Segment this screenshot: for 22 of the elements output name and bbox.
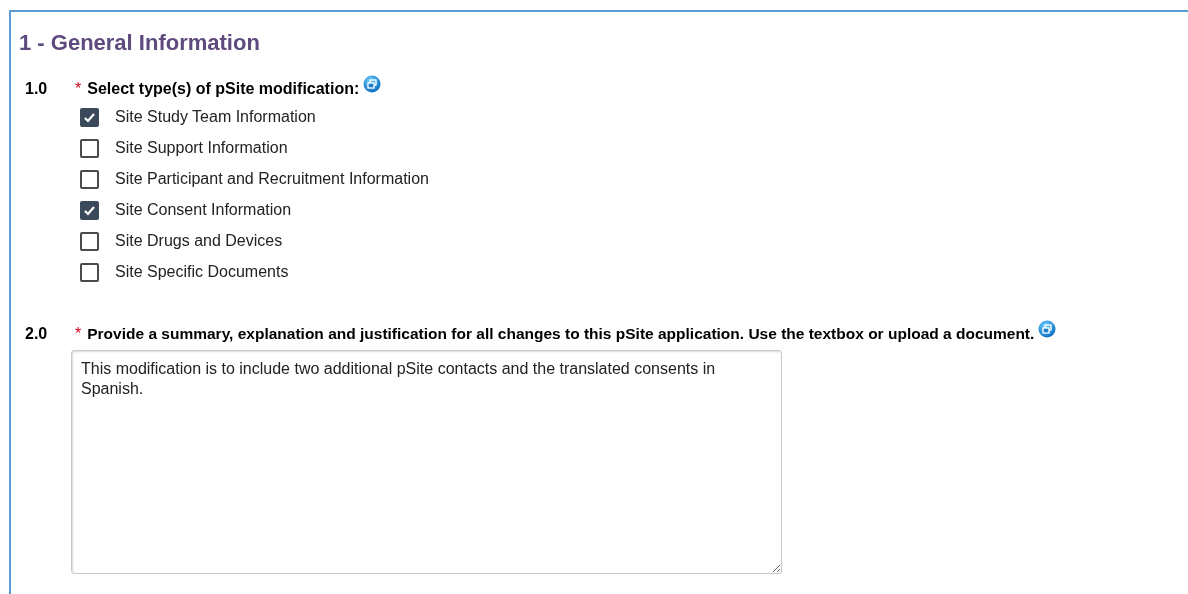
checkbox[interactable] — [80, 107, 99, 127]
required-asterisk: * — [75, 324, 82, 344]
question-number: 1.0 — [25, 79, 49, 99]
summary-text-area[interactable]: This modification is to include two additional pSite contacts and the translated consents in Spanish. — [71, 350, 782, 574]
section-title: 1 - General Information — [19, 29, 261, 57]
checkbox-label: Site Consent Information — [115, 200, 292, 220]
help-popup-icon[interactable] — [363, 74, 382, 93]
checkbox-label: Site Study Team Information — [115, 107, 316, 127]
help-popup-icon[interactable] — [1038, 319, 1057, 338]
question-label: Provide a summary, explanation and justification for all changes to this pSite application. Use the textbox or upload a document. — [87, 324, 1035, 344]
question-number: 2.0 — [25, 324, 49, 344]
checkbox[interactable] — [80, 231, 99, 251]
checkbox-label: Site Specific Documents — [115, 262, 289, 282]
question-label: Select type(s) of pSite modification: — [87, 79, 360, 99]
checkbox[interactable] — [80, 200, 99, 220]
checkbox[interactable] — [80, 138, 99, 158]
checkbox[interactable] — [80, 169, 99, 189]
checkbox-label: Site Support Information — [115, 138, 288, 158]
checkbox-label: Site Participant and Recruitment Information — [115, 169, 429, 189]
checkbox-label: Site Drugs and Devices — [115, 231, 283, 251]
required-asterisk: * — [75, 79, 82, 99]
checkbox[interactable] — [80, 262, 99, 282]
